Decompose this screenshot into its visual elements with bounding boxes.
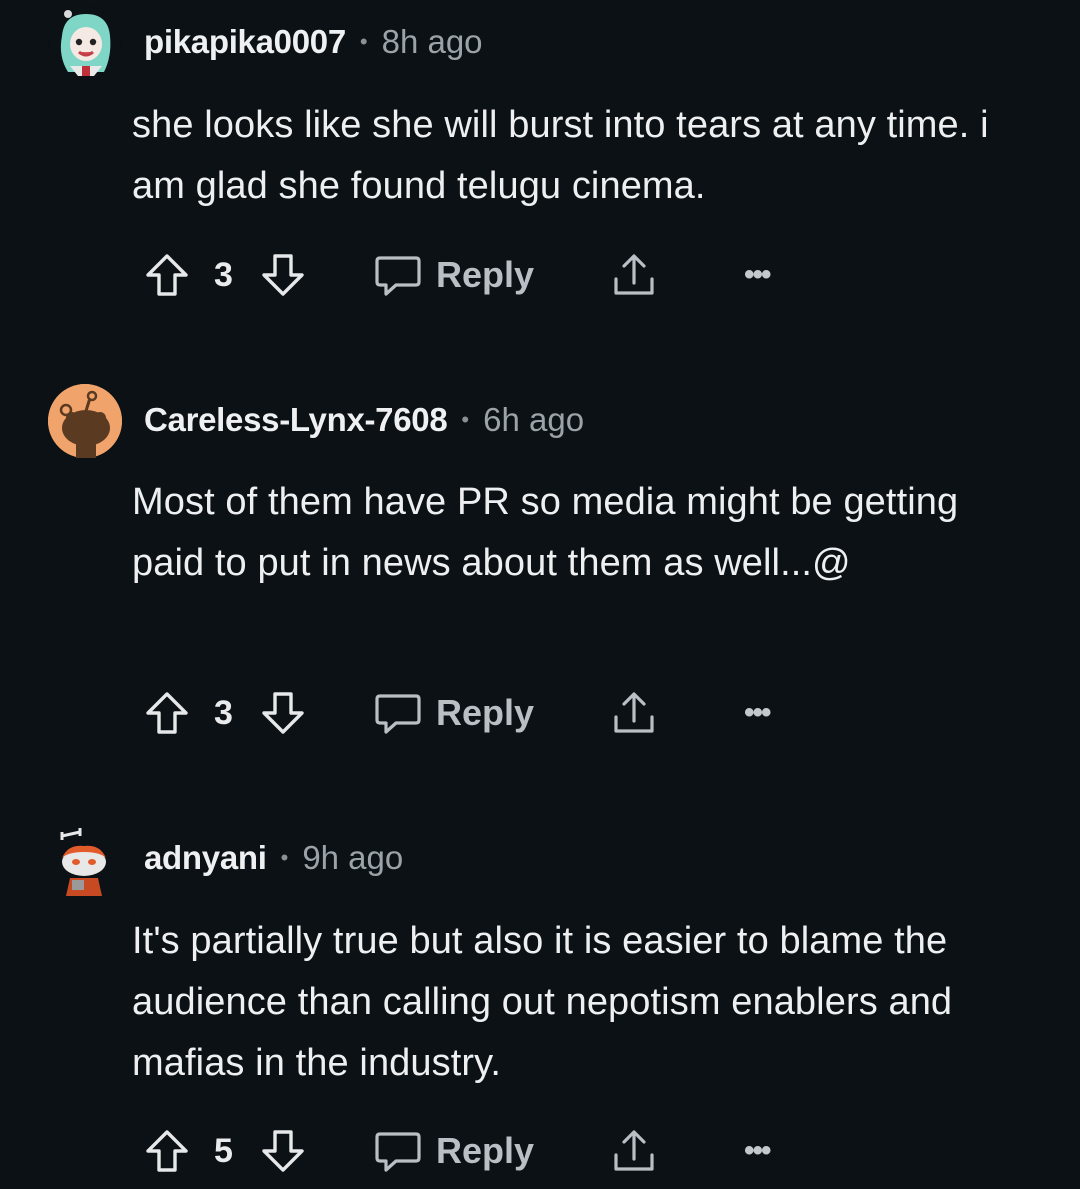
reply-label: Reply xyxy=(436,1130,535,1171)
comment-header: adnyani • 9h ago xyxy=(0,816,1080,900)
share-button[interactable] xyxy=(610,683,658,743)
comment-meta: adnyani • 9h ago xyxy=(144,836,403,880)
downvote-button[interactable] xyxy=(260,1121,310,1181)
reply-label: Reply xyxy=(436,254,535,295)
downvote-button[interactable] xyxy=(260,245,310,305)
separator-dot: • xyxy=(461,407,470,432)
comment-actions: 5 Reply ••• xyxy=(132,1121,832,1181)
anime-character-avatar-icon xyxy=(49,7,121,79)
upvote-button[interactable] xyxy=(144,245,194,305)
comment-header: pikapika0007 • 8h ago xyxy=(0,0,1080,84)
comment-body: Most of them have PR so media might be g… xyxy=(132,481,959,584)
reply-button[interactable]: Reply xyxy=(374,1121,534,1181)
share-upload-icon xyxy=(614,692,654,733)
share-button[interactable] xyxy=(610,245,658,305)
downvote-arrow-icon xyxy=(262,254,304,296)
comment-bubble-icon xyxy=(375,256,421,296)
comment-actions: 3 Reply ••• xyxy=(132,245,832,305)
username-link[interactable]: adnyani xyxy=(144,839,267,877)
username-link[interactable]: pikapika0007 xyxy=(144,23,346,61)
comment-bubble-icon xyxy=(375,694,421,734)
reply-button[interactable]: Reply xyxy=(374,245,534,305)
comment-meta: Careless-Lynx-7608 • 6h ago xyxy=(144,398,584,442)
separator-dot: • xyxy=(280,845,289,870)
comment-bubble-icon xyxy=(375,1132,421,1172)
separator-dot: • xyxy=(359,29,368,54)
user-avatar[interactable] xyxy=(48,6,122,80)
comment-body: she looks like she will burst into tears… xyxy=(132,104,989,207)
timestamp: 8h ago xyxy=(381,23,483,60)
vote-score: 3 xyxy=(214,693,233,732)
comment-actions: 3 Reply ••• xyxy=(132,683,832,743)
downvote-arrow-icon xyxy=(262,692,304,734)
upvote-arrow-icon xyxy=(146,254,188,296)
downvote-button[interactable] xyxy=(260,683,310,743)
comment-body: It's partially true but also it is easie… xyxy=(132,920,953,1084)
default-snoo-avatar-icon xyxy=(48,384,122,458)
downvote-arrow-icon xyxy=(262,1130,304,1172)
comment-meta: pikapika0007 • 8h ago xyxy=(144,20,483,64)
more-options-button[interactable]: ••• xyxy=(744,683,771,743)
username-link[interactable]: Careless-Lynx-7608 xyxy=(144,401,448,439)
more-options-button[interactable]: ••• xyxy=(744,245,771,305)
vote-score: 5 xyxy=(214,1131,233,1170)
upvote-button[interactable] xyxy=(144,1121,194,1181)
timestamp: 6h ago xyxy=(483,401,585,438)
share-button[interactable] xyxy=(610,1121,658,1181)
user-avatar[interactable] xyxy=(48,384,122,458)
upvote-arrow-icon xyxy=(146,692,188,734)
timestamp: 9h ago xyxy=(302,839,404,876)
comment-header: Careless-Lynx-7608 • 6h ago xyxy=(0,378,1080,462)
upvote-arrow-icon xyxy=(146,1130,188,1172)
custom-snoo-avatar-icon xyxy=(60,828,106,896)
share-upload-icon xyxy=(614,1130,654,1171)
upvote-button[interactable] xyxy=(144,683,194,743)
reply-label: Reply xyxy=(436,692,535,733)
more-options-button[interactable]: ••• xyxy=(744,1121,771,1181)
share-upload-icon xyxy=(614,254,654,295)
vote-score: 3 xyxy=(214,255,233,294)
reply-button[interactable]: Reply xyxy=(374,683,534,743)
user-avatar[interactable] xyxy=(48,822,122,896)
